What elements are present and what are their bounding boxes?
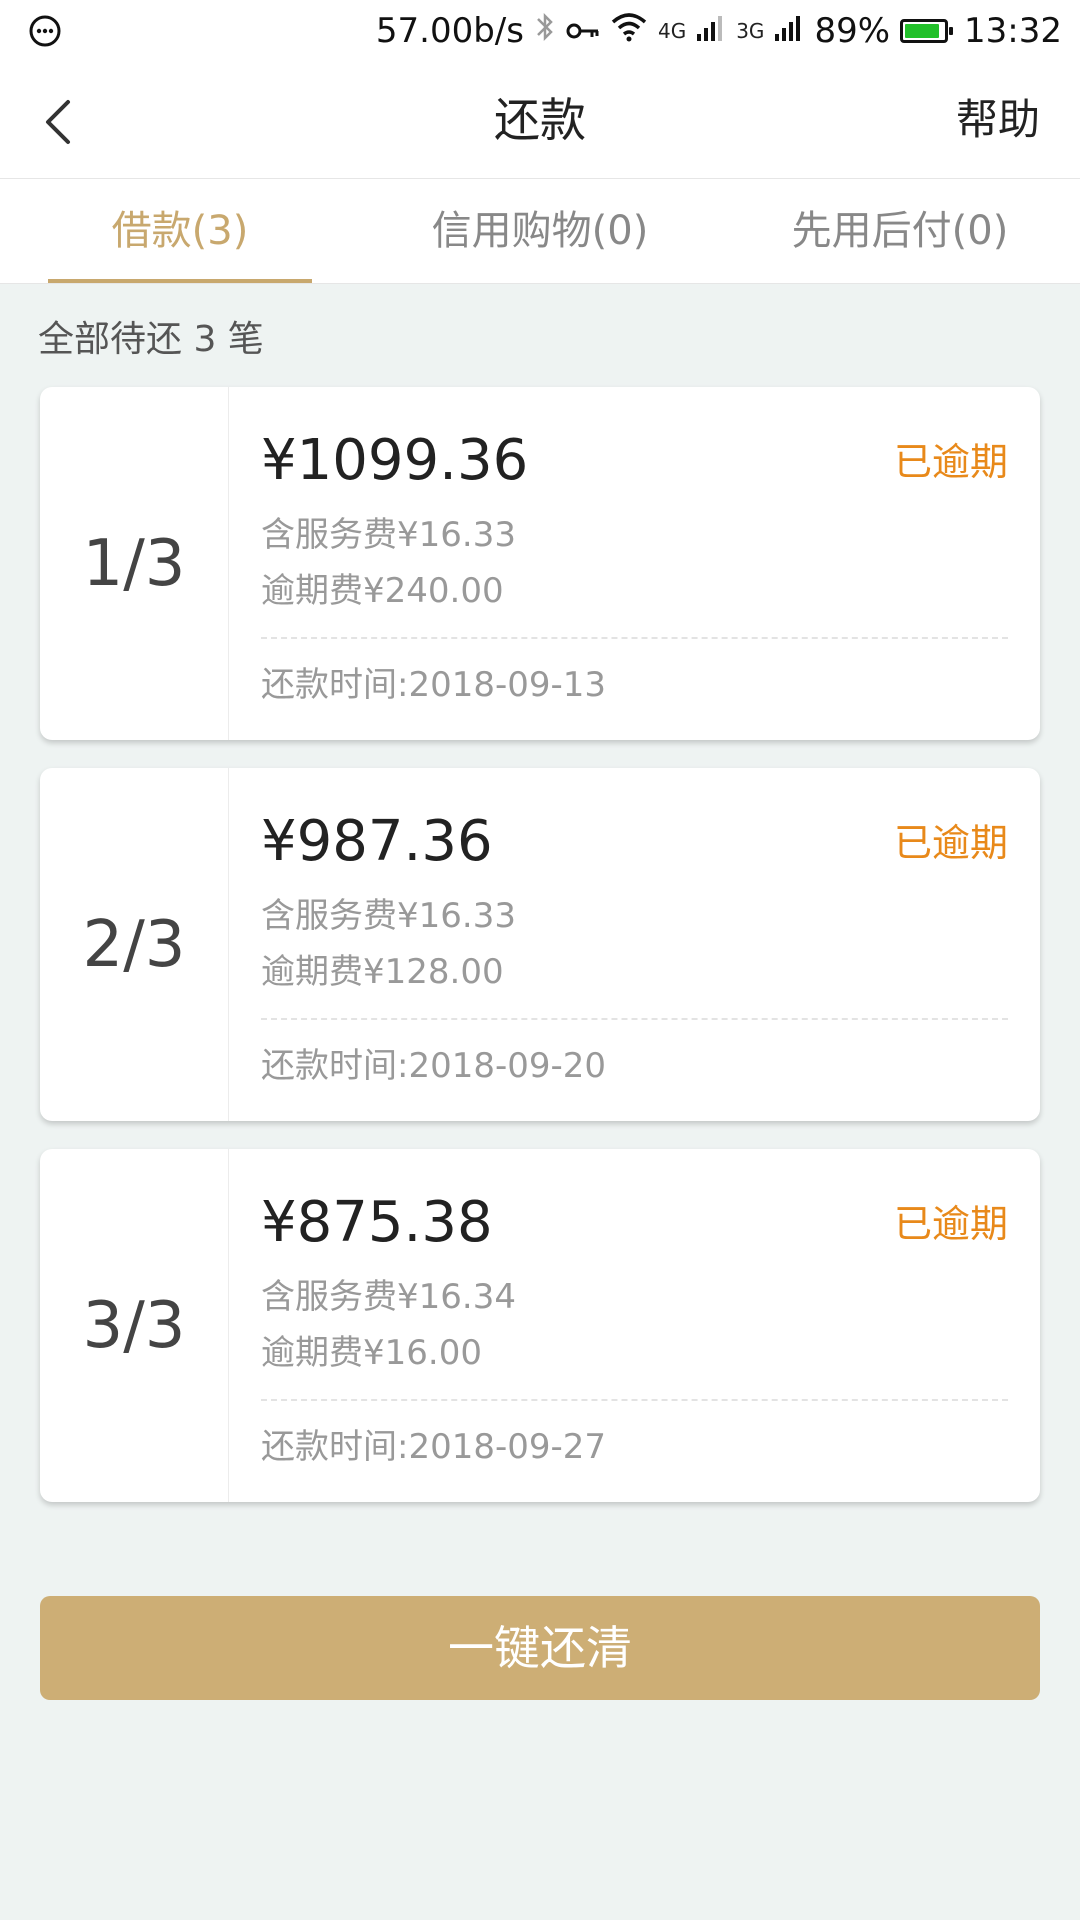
pay-all-button[interactable]: 一键还清 bbox=[40, 1596, 1040, 1700]
late-fee: 逾期费¥16.00 bbox=[261, 1333, 482, 1373]
tab-bar: 借款(3) 信用购物(0) 先用后付(0) bbox=[0, 179, 1080, 284]
help-button[interactable]: 帮助 bbox=[956, 62, 1040, 178]
overdue-badge: 已逾期 bbox=[893, 440, 1008, 484]
installment-index: 2/3 bbox=[40, 768, 229, 1121]
notification-icon bbox=[28, 14, 62, 52]
overdue-badge: 已逾期 bbox=[893, 821, 1008, 865]
signal-3g-icon bbox=[774, 11, 804, 51]
card-body: ¥875.38 含服务费¥16.34 逾期费¥16.00 还款时间:2018-0… bbox=[229, 1149, 1040, 1502]
network-4g-label: 4G bbox=[657, 19, 687, 43]
wifi-icon bbox=[610, 11, 648, 51]
chevron-left-icon bbox=[46, 100, 70, 144]
pending-summary: 全部待还 3 笔 bbox=[38, 319, 264, 360]
tab-active-indicator bbox=[48, 279, 312, 283]
repay-date: 还款时间:2018-09-27 bbox=[261, 1427, 607, 1467]
service-fee: 含服务费¥16.34 bbox=[261, 1277, 516, 1317]
tab-buy-now-pay-later[interactable]: 先用后付(0) bbox=[720, 179, 1080, 283]
late-fee: 逾期费¥240.00 bbox=[261, 571, 504, 611]
card-body: ¥1099.36 含服务费¥16.33 逾期费¥240.00 还款时间:2018… bbox=[229, 387, 1040, 740]
dashed-divider bbox=[261, 1399, 1008, 1401]
tab-label: 借款(3) bbox=[111, 208, 249, 254]
signal-4g-icon bbox=[696, 11, 726, 51]
repayment-list: 1/3 ¥1099.36 含服务费¥16.33 逾期费¥240.00 还款时间:… bbox=[40, 387, 1040, 1530]
bluetooth-icon bbox=[534, 10, 556, 53]
page-title: 还款 bbox=[494, 93, 586, 147]
repay-date: 还款时间:2018-09-13 bbox=[261, 665, 607, 705]
nav-bar: 还款 帮助 bbox=[0, 62, 1080, 179]
battery-level bbox=[905, 24, 939, 38]
late-fee: 逾期费¥128.00 bbox=[261, 952, 504, 992]
dashed-divider bbox=[261, 1018, 1008, 1020]
service-fee: 含服务费¥16.33 bbox=[261, 896, 516, 936]
overdue-badge: 已逾期 bbox=[893, 1202, 1008, 1246]
tab-credit-shopping[interactable]: 信用购物(0) bbox=[360, 179, 720, 283]
dashed-divider bbox=[261, 637, 1008, 639]
card-body: ¥987.36 含服务费¥16.33 逾期费¥128.00 还款时间:2018-… bbox=[229, 768, 1040, 1121]
repayment-card[interactable]: 2/3 ¥987.36 含服务费¥16.33 逾期费¥128.00 还款时间:2… bbox=[40, 768, 1040, 1121]
key-icon bbox=[566, 11, 600, 51]
service-fee: 含服务费¥16.33 bbox=[261, 515, 516, 555]
clock: 13:32 bbox=[964, 11, 1062, 51]
network-3g-label: 3G bbox=[736, 19, 765, 43]
tab-label: 信用购物(0) bbox=[431, 208, 649, 254]
tab-loans[interactable]: 借款(3) bbox=[0, 179, 360, 283]
battery-icon bbox=[900, 19, 954, 43]
net-speed: 57.00b/s bbox=[375, 11, 524, 51]
back-button[interactable] bbox=[38, 92, 86, 152]
status-bar: 57.00b/s 4G 3G 89% 13:32 bbox=[0, 0, 1080, 62]
tab-label: 先用后付(0) bbox=[791, 208, 1009, 254]
installment-index: 3/3 bbox=[40, 1149, 229, 1502]
battery-percent: 89% bbox=[814, 11, 891, 51]
repayment-card[interactable]: 1/3 ¥1099.36 含服务费¥16.33 逾期费¥240.00 还款时间:… bbox=[40, 387, 1040, 740]
repay-date: 还款时间:2018-09-20 bbox=[261, 1046, 607, 1086]
repayment-card[interactable]: 3/3 ¥875.38 含服务费¥16.34 逾期费¥16.00 还款时间:20… bbox=[40, 1149, 1040, 1502]
installment-index: 1/3 bbox=[40, 387, 229, 740]
